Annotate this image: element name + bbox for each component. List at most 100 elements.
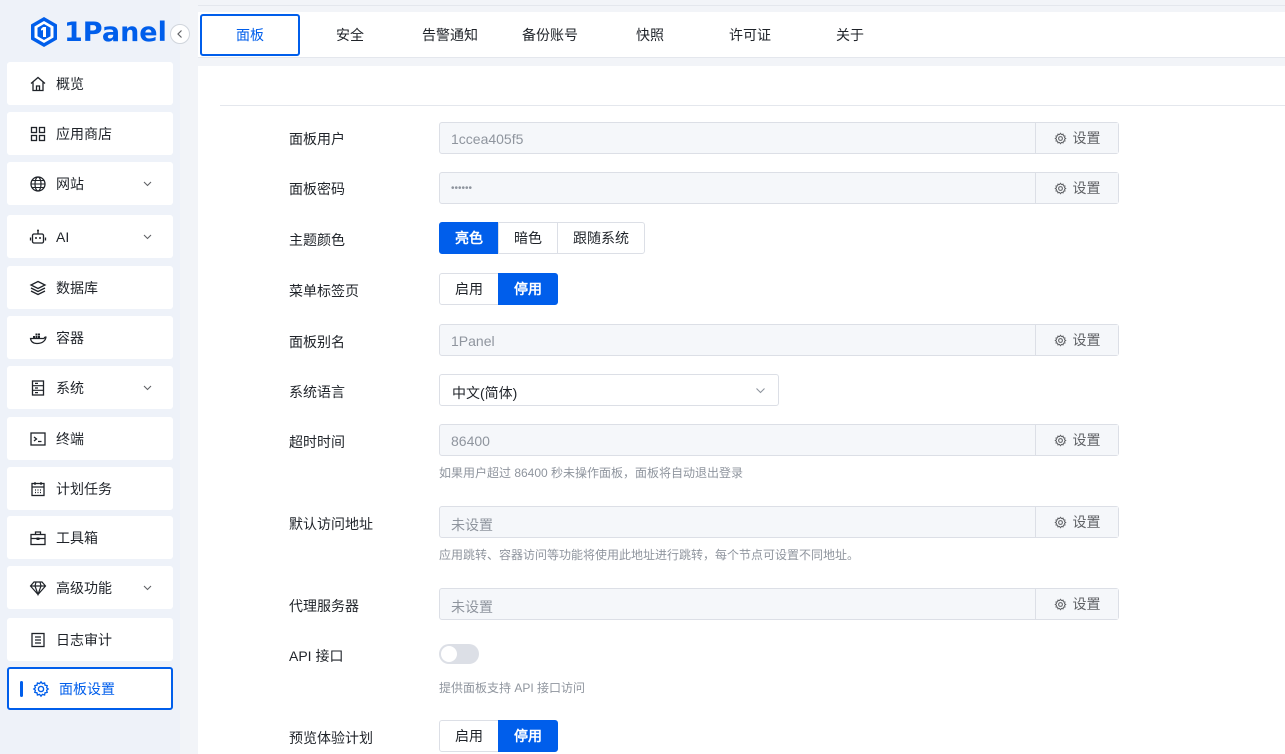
- set-label: 设置: [1072, 130, 1101, 146]
- diamond-icon: [29, 579, 47, 597]
- set-label: 设置: [1072, 596, 1101, 612]
- gear-icon: [1053, 181, 1067, 195]
- theme-selector: 亮色 暗色 跟随系统: [439, 222, 645, 254]
- sidebar-item-cronjob[interactable]: 计划任务: [7, 467, 173, 510]
- sidebar-item-label: 数据库: [56, 279, 98, 296]
- active-indicator: [20, 680, 23, 697]
- default-address-value: 未设置: [451, 517, 493, 533]
- menu-tabs-label: 菜单标签页: [289, 283, 359, 299]
- proxy-label: 代理服务器: [289, 598, 359, 614]
- chevron-down-icon: [143, 234, 152, 240]
- preview-selector: 启用 停用: [439, 720, 558, 752]
- tab-license[interactable]: 许可证: [710, 14, 790, 56]
- sidebar-item-terminal[interactable]: 终端: [7, 417, 173, 460]
- language-value: 中文(简体): [452, 385, 518, 401]
- chevron-left-icon: [177, 30, 182, 38]
- sidebar-item-label: 高级功能: [56, 579, 112, 596]
- default-address-set-button[interactable]: 设置: [1035, 507, 1118, 537]
- sidebar-item-advanced[interactable]: 高级功能: [7, 566, 173, 609]
- panel-alias-value: 1Panel: [451, 333, 495, 349]
- sidebar-item-label: 终端: [56, 430, 84, 447]
- sidebar-item-overview[interactable]: 概览: [7, 62, 173, 105]
- api-label: API 接口: [289, 648, 344, 664]
- sidebar-item-label: 面板设置: [59, 680, 115, 697]
- robot-icon: [29, 228, 47, 246]
- theme-option-dark[interactable]: 暗色: [498, 222, 558, 254]
- sidebar-item-system[interactable]: 系统: [7, 366, 173, 409]
- tab-backup-accounts[interactable]: 备份账号: [510, 14, 590, 56]
- theme-option-system[interactable]: 跟随系统: [557, 222, 645, 254]
- menu-tabs-selector: 启用 停用: [439, 273, 558, 305]
- theme-option-light[interactable]: 亮色: [439, 222, 499, 254]
- preview-label: 预览体验计划: [289, 730, 373, 746]
- grid-icon: [29, 125, 47, 143]
- timeout-label: 超时时间: [289, 434, 345, 450]
- logo[interactable]: 1Panel: [30, 12, 167, 52]
- theme-label: 主题颜色: [289, 232, 345, 248]
- chevron-down-icon: [143, 385, 152, 391]
- preview-option-enable[interactable]: 启用: [439, 720, 499, 752]
- panel-alias-set-button[interactable]: 设置: [1035, 325, 1118, 355]
- panel-user-label: 面板用户: [289, 131, 345, 147]
- chevron-down-icon: [143, 181, 152, 187]
- timeout-set-button[interactable]: 设置: [1035, 425, 1118, 455]
- sidebar-item-container[interactable]: 容器: [7, 316, 173, 359]
- language-label: 系统语言: [289, 384, 345, 400]
- sidebar-item-label: 日志审计: [56, 631, 112, 648]
- panel-user-set-button[interactable]: 设置: [1035, 123, 1118, 153]
- sidebar-item-label: 应用商店: [56, 125, 112, 142]
- tab-alert-notification[interactable]: 告警通知: [410, 14, 490, 56]
- sidebar-item-label: 计划任务: [56, 480, 112, 497]
- chevron-down-icon: [756, 388, 765, 394]
- proxy-set-button[interactable]: 设置: [1035, 589, 1118, 619]
- tab-about[interactable]: 关于: [810, 14, 890, 56]
- gear-icon: [1053, 515, 1067, 529]
- timeout-value: 86400: [451, 433, 490, 449]
- terminal-icon: [29, 430, 47, 448]
- sidebar-item-ai[interactable]: AI: [7, 215, 173, 258]
- chevron-down-icon: [143, 585, 152, 591]
- docker-icon: [29, 329, 47, 347]
- sidebar-item-label: 系统: [56, 379, 84, 396]
- tab-security[interactable]: 安全: [310, 14, 390, 56]
- home-icon: [29, 75, 47, 93]
- set-label: 设置: [1072, 514, 1101, 530]
- sidebar-item-website[interactable]: 网站: [7, 162, 173, 205]
- gear-icon: [32, 680, 50, 698]
- logo-text: 1Panel: [64, 16, 167, 48]
- sidebar-item-app-store[interactable]: 应用商店: [7, 112, 173, 155]
- panel-user-field: 1ccea405f5 设置: [439, 122, 1119, 154]
- preview-option-disable[interactable]: 停用: [498, 720, 558, 752]
- panel-settings-form: 面板用户 1ccea405f5 设置 面板密码 •••••• 设置 主题颜色 亮…: [198, 66, 1285, 754]
- sidebar-item-logs[interactable]: 日志审计: [7, 618, 173, 661]
- sidebar-item-label: 工具箱: [56, 529, 98, 546]
- calendar-icon: [29, 480, 47, 498]
- default-address-label: 默认访问地址: [289, 516, 373, 532]
- layers-icon: [29, 279, 47, 297]
- sidebar-item-toolbox[interactable]: 工具箱: [7, 516, 173, 559]
- tab-panel[interactable]: 面板: [200, 14, 300, 56]
- menu-tabs-option-disable[interactable]: 停用: [498, 273, 558, 305]
- sidebar-item-database[interactable]: 数据库: [7, 266, 173, 309]
- top-divider: [198, 5, 1285, 6]
- menu-tabs-option-enable[interactable]: 启用: [439, 273, 499, 305]
- tab-snapshot[interactable]: 快照: [610, 14, 690, 56]
- panel-password-set-button[interactable]: 设置: [1035, 173, 1118, 203]
- gear-icon: [1053, 333, 1067, 347]
- language-select[interactable]: 中文(简体): [439, 374, 779, 406]
- panel-user-value: 1ccea405f5: [451, 131, 524, 147]
- sidebar: 1Panel 概览 应用商店 网站 AI 数据库 容器 系统 终端 计划任务 工…: [0, 0, 190, 754]
- default-address-field: 未设置 设置: [439, 506, 1119, 538]
- timeout-hint: 如果用户超过 86400 秒未操作面板，面板将自动退出登录: [439, 466, 744, 480]
- proxy-field: 未设置 设置: [439, 588, 1119, 620]
- log-icon: [29, 631, 47, 649]
- sidebar-item-label: 网站: [56, 175, 84, 192]
- set-label: 设置: [1072, 180, 1101, 196]
- collapse-sidebar-button[interactable]: [170, 24, 190, 44]
- sidebar-item-panel-settings[interactable]: 面板设置: [7, 667, 173, 710]
- api-toggle[interactable]: [439, 644, 479, 664]
- panel-password-label: 面板密码: [289, 181, 345, 197]
- form-divider: [220, 105, 1285, 106]
- globe-icon: [29, 175, 47, 193]
- default-address-hint: 应用跳转、容器访问等功能将使用此地址进行跳转，每个节点可设置不同地址。: [439, 548, 860, 562]
